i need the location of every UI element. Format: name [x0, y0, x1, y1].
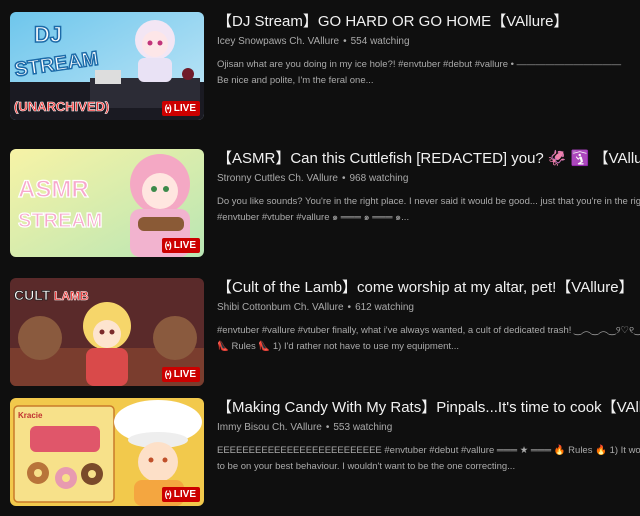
video-row[interactable]: Kracie (•) LIVE 【Making Candy With My Ra… — [0, 398, 640, 516]
separator-dot: • — [347, 302, 352, 313]
separator-dot: • — [325, 422, 330, 433]
live-badge: (•) LIVE — [161, 238, 200, 253]
description-line: Ojisan what are you doing in my ice hole… — [217, 59, 622, 70]
description-line: #envtuber #vtuber #vallure ๑ ═══ ๑ ═══ ๑… — [217, 212, 410, 223]
video-description: Do you like sounds? You're in the right … — [217, 194, 640, 226]
video-row[interactable]: ASMR STREAM (•) LIVE 【ASMR】Can this Cutt… — [0, 149, 640, 267]
description-line: to be on your best behaviour. I wouldn't… — [217, 461, 516, 472]
video-info: 【DJ Stream】GO HARD OR GO HOME【VAllure】 I… — [217, 12, 640, 89]
live-badge: (•) LIVE — [161, 101, 200, 116]
video-thumbnail[interactable]: Kracie (•) LIVE — [10, 398, 204, 506]
video-thumbnail[interactable]: ASMR STREAM (•) LIVE — [10, 149, 204, 257]
live-badge-label: LIVE — [173, 369, 196, 380]
video-meta: Immy Bisou Ch. VAllure • 553 watching — [217, 421, 640, 435]
separator-dot: • — [341, 173, 346, 184]
thumbnail-text: ASMR — [18, 176, 89, 203]
description-line: EEEEEEEEEEEEEEEEEEEEEEEEEE #envtuber #de… — [217, 445, 640, 456]
channel-name[interactable]: Stronny Cuttles Ch. VAllure — [217, 173, 338, 184]
thumbnail-text: CULT — [14, 287, 51, 303]
thumbnail-text: DJ — [34, 22, 62, 47]
live-broadcast-icon: (•) — [164, 489, 172, 499]
video-info: 【Making Candy With My Rats】Pinpals...It'… — [217, 398, 640, 475]
video-title[interactable]: 【ASMR】Can this Cuttlefish [REDACTED] you… — [217, 149, 640, 169]
video-description: #envtuber #vallure #vtuber finally, what… — [217, 323, 640, 355]
live-broadcast-icon: (•) — [164, 103, 172, 113]
channel-name[interactable]: Icey Snowpaws Ch. VAllure — [217, 36, 339, 47]
thumbnail-text: Kracie — [18, 411, 43, 420]
video-list: DJ STREAM (UNARCHIVED) (•) LIVE 【DJ Stre… — [0, 0, 640, 516]
video-info: 【Cult of the Lamb】come worship at my alt… — [217, 278, 640, 355]
video-row[interactable]: DJ STREAM (UNARCHIVED) (•) LIVE 【DJ Stre… — [0, 12, 640, 130]
video-meta: Stronny Cuttles Ch. VAllure • 968 watching — [217, 172, 640, 186]
thumbnail-text: LAMB — [54, 289, 89, 303]
description-line: 👠 Rules 👠 1) I'd rather not have to use … — [217, 341, 459, 352]
video-row[interactable]: CULT LAMB (•) LIVE 【Cult of the Lamb】com… — [0, 278, 640, 396]
description-line: Do you like sounds? You're in the right … — [217, 196, 640, 207]
video-title[interactable]: 【Cult of the Lamb】come worship at my alt… — [217, 278, 640, 298]
watching-count: 554 watching — [350, 36, 410, 47]
channel-name[interactable]: Immy Bisou Ch. VAllure — [217, 422, 322, 433]
live-badge-label: LIVE — [173, 103, 196, 114]
live-badge-label: LIVE — [173, 240, 196, 251]
video-title[interactable]: 【Making Candy With My Rats】Pinpals...It'… — [217, 398, 640, 418]
description-line: #envtuber #vallure #vtuber finally, what… — [217, 325, 640, 336]
video-thumbnail[interactable]: CULT LAMB (•) LIVE — [10, 278, 204, 386]
video-meta: Shibi Cottonbum Ch. VAllure • 612 watching — [217, 301, 640, 315]
watching-count: 968 watching — [349, 173, 409, 184]
video-description: Ojisan what are you doing in my ice hole… — [217, 57, 640, 89]
video-meta: Icey Snowpaws Ch. VAllure • 554 watching — [217, 35, 640, 49]
watching-count: 553 watching — [333, 422, 393, 433]
video-title[interactable]: 【DJ Stream】GO HARD OR GO HOME【VAllure】 — [217, 12, 640, 32]
thumbnail-text: STREAM — [18, 210, 102, 232]
live-broadcast-icon: (•) — [164, 240, 172, 250]
description-line: Be nice and polite, I'm the feral one... — [217, 75, 374, 86]
live-badge: (•) LIVE — [161, 487, 200, 502]
thumbnail-text: (UNARCHIVED) — [14, 99, 109, 114]
channel-name[interactable]: Shibi Cottonbum Ch. VAllure — [217, 302, 344, 313]
video-info: 【ASMR】Can this Cuttlefish [REDACTED] you… — [217, 149, 640, 226]
live-badge: (•) LIVE — [161, 367, 200, 382]
watching-count: 612 watching — [355, 302, 414, 313]
live-badge-label: LIVE — [173, 489, 196, 500]
live-broadcast-icon: (•) — [164, 369, 172, 379]
video-thumbnail[interactable]: DJ STREAM (UNARCHIVED) (•) LIVE — [10, 12, 204, 120]
separator-dot: • — [343, 36, 347, 47]
video-description: EEEEEEEEEEEEEEEEEEEEEEEEEE #envtuber #de… — [217, 443, 640, 475]
